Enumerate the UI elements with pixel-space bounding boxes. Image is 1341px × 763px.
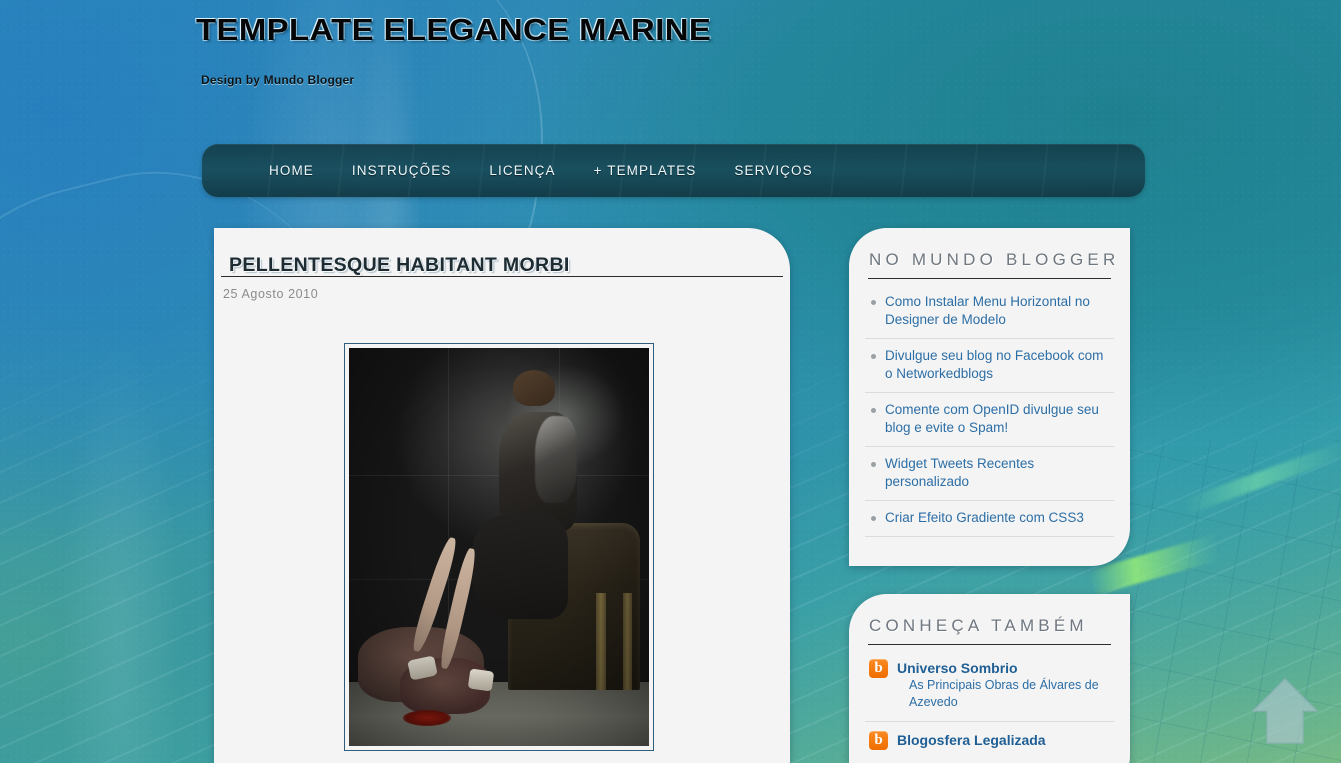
main-navigation-bar: HOME INSTRUÇÕES LICENÇA + TEMPLATES SERV… <box>202 144 1145 197</box>
list-item: Divulgue seu blog no Facebook com o Netw… <box>865 347 1114 393</box>
sidebar-link-openid-spam[interactable]: Comente com OpenID divulgue seu blog e e… <box>885 401 1114 437</box>
list-item: Blogosfera Legalizada <box>865 730 1114 763</box>
sidebar-link-facebook-networkedblogs[interactable]: Divulgue seu blog no Facebook com o Netw… <box>885 347 1114 383</box>
photo-vignette <box>349 348 649 746</box>
list-item: Comente com OpenID divulgue seu blog e e… <box>865 401 1114 447</box>
nav-item-instrucoes[interactable]: INSTRUÇÕES <box>333 163 471 178</box>
widget-conheca-tambem: CONHEÇA TAMBÉM Universo Sombrio As Princ… <box>849 594 1130 763</box>
widget-title: CONHEÇA TAMBÉM <box>869 616 1088 635</box>
site-header: TEMPLATE ELEGANCE MARINE Design by Mundo… <box>0 0 1341 140</box>
arrow-up-icon <box>1252 678 1318 744</box>
widget-title: NO MUNDO BLOGGER <box>869 250 1120 269</box>
post-image <box>349 348 649 746</box>
page-root: TEMPLATE ELEGANCE MARINE Design by Mundo… <box>0 0 1341 763</box>
list-item: Criar Efeito Gradiente com CSS3 <box>865 509 1114 537</box>
site-subtitle: Design by Mundo Blogger <box>201 73 355 87</box>
background-green-streak-2 <box>1182 441 1341 515</box>
blog-link-universo-sombrio[interactable]: Universo Sombrio <box>897 659 1114 677</box>
nav-item-licenca[interactable]: LICENÇA <box>470 163 574 178</box>
post-title-divider <box>221 276 783 277</box>
widget-blog-list: Universo Sombrio As Principais Obras de … <box>865 658 1114 763</box>
sidebar-link-menu-horizontal[interactable]: Como Instalar Menu Horizontal no Designe… <box>885 293 1114 329</box>
post-date: 25 Agosto 2010 <box>223 287 319 301</box>
widget-link-list: Como Instalar Menu Horizontal no Designe… <box>865 293 1114 537</box>
nav-item-servicos[interactable]: SERVIÇOS <box>715 163 831 178</box>
sidebar: NO MUNDO BLOGGER Como Instalar Menu Hori… <box>849 228 1130 763</box>
post-title: PELLENTESQUE HABITANT MORBI <box>229 254 570 276</box>
nav-list: HOME INSTRUÇÕES LICENÇA + TEMPLATES SERV… <box>202 144 832 197</box>
post-panel: PELLENTESQUE HABITANT MORBI 25 Agosto 20… <box>214 228 790 763</box>
sidebar-link-gradiente-css3[interactable]: Criar Efeito Gradiente com CSS3 <box>885 509 1114 527</box>
list-item: Como Instalar Menu Horizontal no Designe… <box>865 293 1114 339</box>
nav-item-templates[interactable]: + TEMPLATES <box>575 163 716 178</box>
blog-description: As Principais Obras de Álvares de Azeved… <box>909 678 1099 709</box>
blog-link-blogosfera-legalizada[interactable]: Blogosfera Legalizada <box>897 731 1114 749</box>
list-item: Universo Sombrio As Principais Obras de … <box>865 658 1114 722</box>
blogger-icon <box>869 658 888 678</box>
blogger-icon <box>869 730 888 750</box>
scroll-to-top-button[interactable] <box>1249 673 1321 749</box>
sidebar-link-tweets-recentes[interactable]: Widget Tweets Recentes personalizado <box>885 455 1114 491</box>
site-title: TEMPLATE ELEGANCE MARINE <box>196 12 712 47</box>
widget-title-divider <box>868 278 1111 279</box>
widget-title-divider <box>868 644 1111 645</box>
widget-no-mundo-blogger: NO MUNDO BLOGGER Como Instalar Menu Hori… <box>849 228 1130 566</box>
nav-item-home[interactable]: HOME <box>250 163 333 178</box>
post-image-frame[interactable] <box>344 343 654 751</box>
list-item: Widget Tweets Recentes personalizado <box>865 455 1114 501</box>
